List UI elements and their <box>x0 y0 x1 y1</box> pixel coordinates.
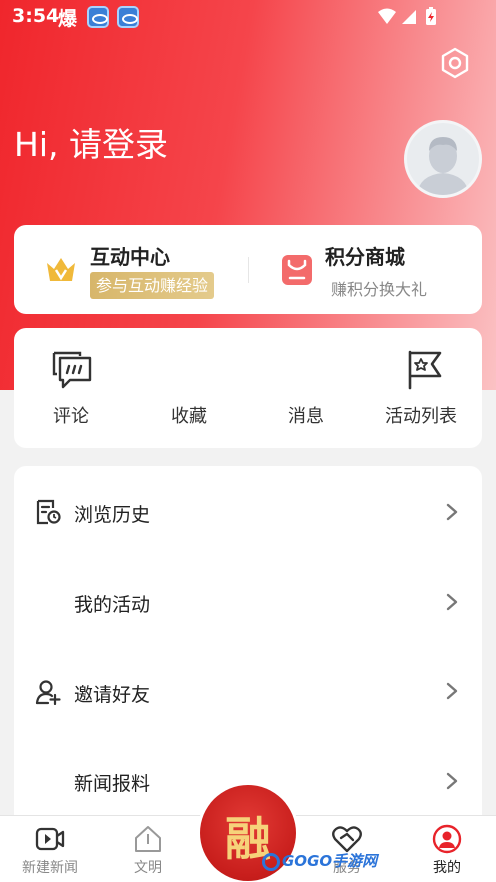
shopping-bag-icon <box>282 255 312 285</box>
watermark: GOGO手游网 <box>262 850 377 872</box>
status-indicators <box>378 7 436 25</box>
menu-item-invite-friends[interactable]: 邀请好友 <box>14 661 482 721</box>
status-time: 3:54 <box>12 5 60 27</box>
watermark-text: GOGO手游网 <box>282 852 378 870</box>
login-prompt[interactable]: Hi, 请登录 <box>14 118 168 166</box>
tab-label: 我的 <box>433 860 461 876</box>
quick-action-messages-label[interactable]: 消息 <box>288 402 324 428</box>
menu-item-label: 新闻报料 <box>74 773 151 795</box>
chevron-right-icon <box>446 682 458 700</box>
chevron-right-icon <box>446 593 458 611</box>
tab-mine[interactable]: 我的 <box>407 816 487 882</box>
tab-services[interactable]: 服务 <box>307 816 387 882</box>
quick-action-activity-list[interactable] <box>374 350 474 390</box>
crown-icon <box>47 258 75 281</box>
app-badge-icon <box>87 6 109 28</box>
interaction-center-title[interactable]: 互动中心 <box>90 241 170 270</box>
comment-icon <box>52 351 92 389</box>
quick-action-activity-list-label: 活动列表 <box>385 406 457 427</box>
watermark-logo-icon <box>262 852 280 871</box>
points-mall-subtitle: 赚积分换大礼 <box>331 280 428 299</box>
tab-new-news[interactable]: 新建新闻 <box>10 816 90 882</box>
menu-item-label: 邀请好友 <box>74 684 151 706</box>
quick-action-comment[interactable] <box>22 350 122 390</box>
quick-action-favorites-label[interactable]: 收藏 <box>171 402 207 428</box>
notification-glyph: 爆 <box>58 8 78 30</box>
tab-label: 新建新闻 <box>22 860 78 876</box>
points-mall-title[interactable]: 积分商城 <box>325 241 405 270</box>
menu-item-my-activities[interactable]: 我的活动 <box>14 572 482 632</box>
menu-item-browse-history[interactable]: 浏览历史 <box>14 482 482 542</box>
tab-label: 文明 <box>134 860 162 876</box>
user-circle-icon <box>432 824 462 854</box>
quick-action-comment-label: 评论 <box>53 406 89 427</box>
wifi-icon <box>378 8 396 24</box>
card-divider <box>248 257 249 283</box>
tab-civilization[interactable]: 文明 <box>108 816 188 882</box>
status-bar: 3:54 爆 <box>0 0 496 34</box>
signal-icon <box>402 10 416 24</box>
video-icon <box>35 827 65 851</box>
history-icon <box>36 499 61 525</box>
avatar[interactable] <box>404 120 482 198</box>
menu-item-label: 浏览历史 <box>74 504 151 526</box>
flag-icon <box>408 350 442 390</box>
battery-icon <box>426 7 436 25</box>
settings-icon[interactable] <box>438 46 472 80</box>
add-user-icon <box>35 680 61 705</box>
avatar-placeholder-icon <box>417 137 469 195</box>
interaction-center-badge: 参与互动赚经验 <box>90 272 215 299</box>
menu-item-label: 我的活动 <box>74 594 151 616</box>
chevron-right-icon <box>446 503 458 521</box>
chevron-right-icon <box>446 772 458 790</box>
app-badge-icon <box>117 6 139 28</box>
house-icon <box>135 826 161 852</box>
